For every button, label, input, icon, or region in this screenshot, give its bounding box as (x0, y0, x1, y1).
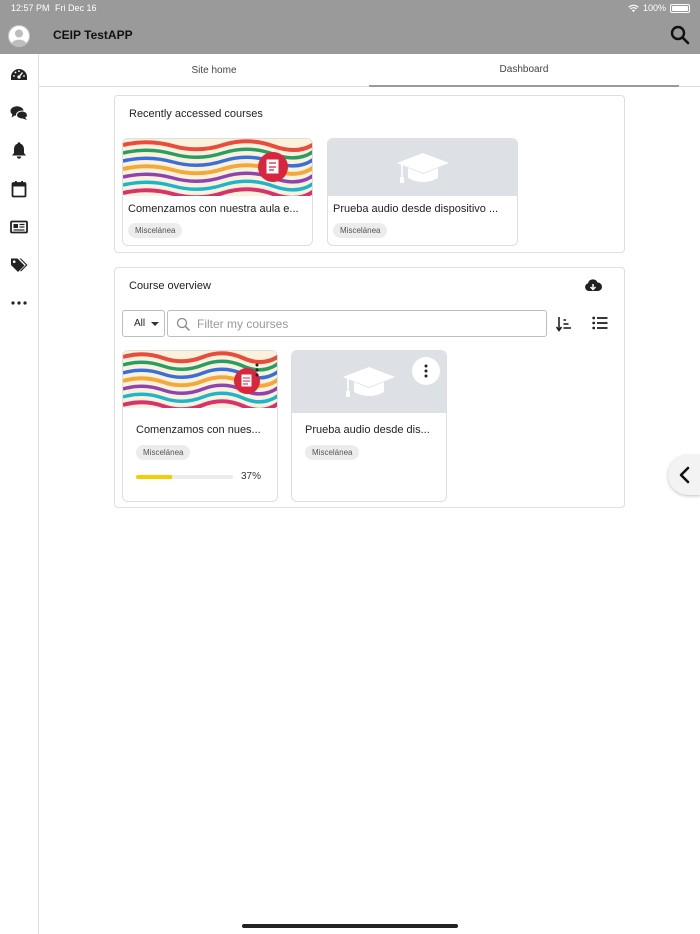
dashboard-gauge-icon (11, 69, 27, 80)
course-filter-select[interactable]: All (122, 310, 165, 337)
watercolor-image (123, 351, 277, 412)
course-name: Comenzamos con nues... (136, 424, 261, 436)
sidebar-item-news[interactable] (10, 218, 28, 236)
course-name: Prueba audio desde dis... (305, 424, 430, 436)
filter-value: All (134, 318, 146, 329)
calendar-icon (11, 181, 27, 198)
recent-heading: Recently accessed courses (129, 108, 263, 120)
search-icon (670, 25, 690, 45)
sidebar-item-notifications[interactable] (10, 142, 28, 160)
home-indicator (242, 924, 458, 928)
recent-course-card[interactable]: Prueba audio desde dispositivo ... Misce… (327, 138, 518, 246)
user-avatar-icon (8, 25, 30, 47)
news-icon (10, 220, 28, 234)
tab-site-home[interactable]: Site home (59, 54, 369, 87)
battery-percent: 100% (642, 3, 666, 13)
progress-bar-fill (136, 475, 172, 479)
app-header: CEIP TestAPP (0, 16, 700, 54)
status-time: 12:57 PM (11, 3, 50, 13)
sidebar-item-calendar[interactable] (10, 180, 28, 198)
download-button[interactable] (584, 278, 603, 294)
sidebar-item-more[interactable] (10, 294, 28, 312)
search-icon (176, 317, 190, 331)
graduation-cap-icon (343, 367, 395, 397)
search-button[interactable] (670, 25, 690, 45)
course-overview-section: Course overview All Filter my courses Co… (114, 267, 625, 508)
category-badge: Miscelánea (333, 223, 388, 238)
filter-courses-input[interactable] (197, 316, 537, 331)
view-list-button[interactable] (592, 316, 608, 332)
chevron-down-icon (151, 321, 160, 326)
page-title: CEIP TestAPP (53, 28, 133, 42)
course-options-button[interactable] (412, 357, 440, 385)
status-date: Fri Dec 16 (55, 3, 97, 13)
avatar[interactable] (8, 25, 30, 47)
overview-heading: Course overview (129, 280, 211, 292)
course-image-placeholder (328, 139, 517, 196)
category-badge: Miscelánea (128, 223, 183, 238)
filter-courses-field[interactable] (167, 310, 547, 337)
messages-icon (10, 106, 28, 120)
more-icon (11, 301, 27, 305)
course-options-button[interactable] (252, 361, 262, 379)
cloud-download-icon (585, 279, 603, 291)
graduation-cap-icon (396, 152, 449, 183)
progress-label: 37% (241, 471, 262, 482)
category-badge: Miscelánea (136, 445, 191, 460)
course-image (123, 351, 277, 412)
tab-bar: Site home Dashboard (39, 54, 700, 87)
more-vertical-icon (255, 363, 259, 377)
recently-accessed-section: Recently accessed courses Comenzamos con… (114, 95, 625, 253)
chevron-left-icon (679, 466, 690, 484)
status-right: 100% (628, 3, 690, 13)
sort-button[interactable] (555, 316, 572, 332)
wifi-icon (628, 4, 639, 12)
tab-dashboard[interactable]: Dashboard (369, 54, 679, 87)
sidebar (0, 54, 39, 934)
battery-icon (670, 3, 690, 13)
progress-bar (136, 475, 233, 479)
sidebar-item-dashboard[interactable] (10, 66, 28, 84)
course-image (123, 139, 312, 200)
watercolor-image (123, 139, 312, 200)
list-icon (592, 316, 608, 330)
notifications-bell-icon (12, 142, 26, 159)
recent-course-card[interactable]: Comenzamos con nuestra aula e... Miscelá… (122, 138, 313, 246)
block-panel-toggle-button[interactable] (668, 455, 700, 495)
sidebar-item-messages[interactable] (10, 104, 28, 122)
category-badge: Miscelánea (305, 445, 360, 460)
overview-course-card[interactable]: Prueba audio desde dis... Miscelánea (291, 350, 447, 502)
overview-course-card[interactable]: Comenzamos con nues... Miscelánea 37% (122, 350, 278, 502)
course-name: Comenzamos con nuestra aula e... (128, 203, 299, 215)
sidebar-item-tags[interactable] (10, 256, 28, 274)
tags-icon (11, 258, 28, 272)
status-bar: 12:57 PM Fri Dec 16 100% (0, 0, 700, 16)
sort-icon (555, 317, 571, 332)
more-vertical-icon (424, 364, 428, 378)
course-name: Prueba audio desde dispositivo ... (333, 203, 499, 215)
